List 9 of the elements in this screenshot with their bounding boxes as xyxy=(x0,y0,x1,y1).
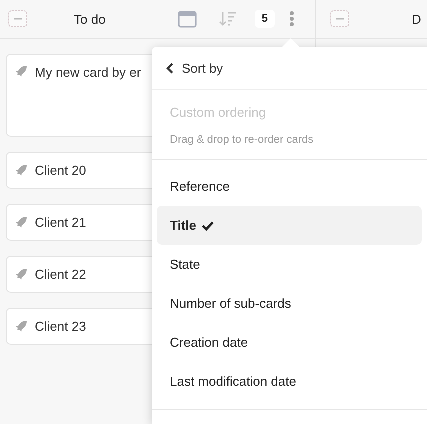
card-count: 5 xyxy=(254,10,275,28)
card-title: Client 22 xyxy=(35,267,86,282)
option-hint: Drag & drop to re-order cards xyxy=(170,134,315,146)
card-title: Client 21 xyxy=(35,215,86,230)
column-title: To do xyxy=(74,12,106,26)
card-title: Client 23 xyxy=(35,319,86,334)
column-title: D xyxy=(412,12,422,26)
card-title: My new card by er xyxy=(35,65,142,80)
card-title: Client 20 xyxy=(35,163,86,178)
